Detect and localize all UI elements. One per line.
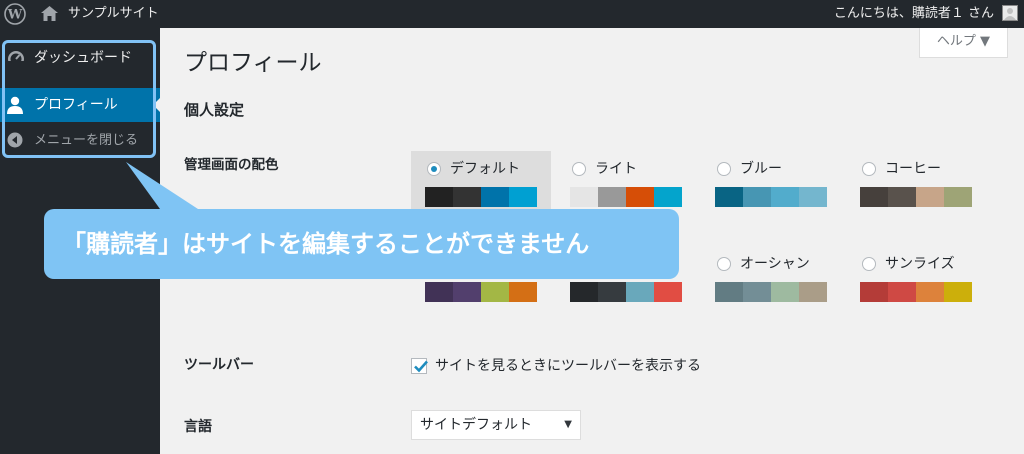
- color-swatch: [888, 282, 916, 302]
- section-title: 個人設定: [184, 101, 245, 119]
- color-swatch: [453, 282, 481, 302]
- color-scheme-radio[interactable]: [862, 257, 876, 271]
- home-icon[interactable]: [41, 6, 58, 21]
- color-swatch: [944, 282, 972, 302]
- sidebar-highlight-frame: [2, 40, 156, 158]
- site-name-link[interactable]: サンプルサイト: [68, 6, 159, 22]
- color-scheme-radio[interactable]: [862, 162, 876, 176]
- color-scheme-option[interactable]: オーシャン: [701, 246, 841, 338]
- color-scheme-radio[interactable]: [427, 162, 441, 176]
- color-swatch: [771, 187, 799, 207]
- greeting-text[interactable]: こんにちは、購読者１ さん: [834, 6, 994, 22]
- color-scheme-radio[interactable]: [717, 257, 731, 271]
- color-swatch: [425, 282, 453, 302]
- color-swatch: [481, 187, 509, 207]
- color-scheme-name: デフォルト: [450, 161, 520, 177]
- color-scheme-name: ブルー: [740, 161, 782, 177]
- color-swatch: [944, 187, 972, 207]
- color-swatch: [598, 187, 626, 207]
- svg-text:W: W: [7, 8, 23, 23]
- color-swatch: [654, 187, 682, 207]
- color-swatch: [453, 187, 481, 207]
- color-scheme-radio[interactable]: [717, 162, 731, 176]
- avatar[interactable]: [1002, 5, 1018, 21]
- color-swatch: [916, 187, 944, 207]
- color-swatch: [743, 282, 771, 302]
- checkmark-icon: [414, 360, 428, 373]
- color-scheme-option[interactable]: サンライズ: [846, 246, 986, 338]
- color-swatch-row: [425, 187, 537, 207]
- color-scheme-option[interactable]: コーヒー: [846, 151, 986, 243]
- toolbar-checkbox[interactable]: [411, 358, 428, 374]
- color-swatch-row: [715, 187, 827, 207]
- language-label: 言語: [184, 419, 212, 435]
- color-swatch: [888, 187, 916, 207]
- wordpress-logo-icon[interactable]: W: [4, 3, 26, 25]
- color-swatch: [654, 282, 682, 302]
- color-scheme-option[interactable]: ブルー: [701, 151, 841, 243]
- color-swatch: [860, 187, 888, 207]
- language-select[interactable]: サイトデフォルト ▼: [411, 410, 581, 440]
- color-swatch-row: [570, 282, 682, 302]
- color-swatch-row: [860, 187, 972, 207]
- color-swatch: [715, 187, 743, 207]
- admin-bar: W サンプルサイト こんにちは、購読者１ さん: [0, 0, 1024, 28]
- color-swatch: [509, 282, 537, 302]
- color-scheme-name: コーヒー: [885, 161, 941, 177]
- color-swatch: [799, 187, 827, 207]
- toolbar-checkbox-label[interactable]: サイトを見るときにツールバーを表示する: [435, 356, 701, 376]
- color-swatch: [860, 282, 888, 302]
- color-swatch: [799, 282, 827, 302]
- color-swatch-row: [715, 282, 827, 302]
- color-swatch-row: [860, 282, 972, 302]
- language-select-value: サイトデフォルト: [420, 417, 532, 433]
- color-swatch: [570, 282, 598, 302]
- color-swatch: [425, 187, 453, 207]
- color-swatch: [743, 187, 771, 207]
- color-swatch: [509, 187, 537, 207]
- page-title: プロフィール: [184, 50, 322, 76]
- help-tab-button[interactable]: ヘルプ ▼: [919, 28, 1008, 58]
- color-swatch: [715, 282, 743, 302]
- color-swatch: [626, 187, 654, 207]
- color-scheme-name: オーシャン: [740, 256, 810, 272]
- color-swatch: [598, 282, 626, 302]
- color-swatch: [481, 282, 509, 302]
- color-swatch: [771, 282, 799, 302]
- color-scheme-radio[interactable]: [572, 162, 586, 176]
- color-swatch: [626, 282, 654, 302]
- color-scheme-name: サンライズ: [885, 256, 955, 272]
- toolbar-label: ツールバー: [184, 357, 254, 373]
- color-swatch-row: [425, 282, 537, 302]
- dropdown-arrow-icon: ▼: [564, 419, 572, 430]
- color-swatch-row: [570, 187, 682, 207]
- callout-banner: 「購読者」はサイトを編集することができません: [44, 209, 679, 279]
- color-swatch: [916, 282, 944, 302]
- color-scheme-name: ライト: [595, 161, 637, 177]
- callout-text: 「購読者」はサイトを編集することができません: [62, 230, 590, 258]
- color-swatch: [570, 187, 598, 207]
